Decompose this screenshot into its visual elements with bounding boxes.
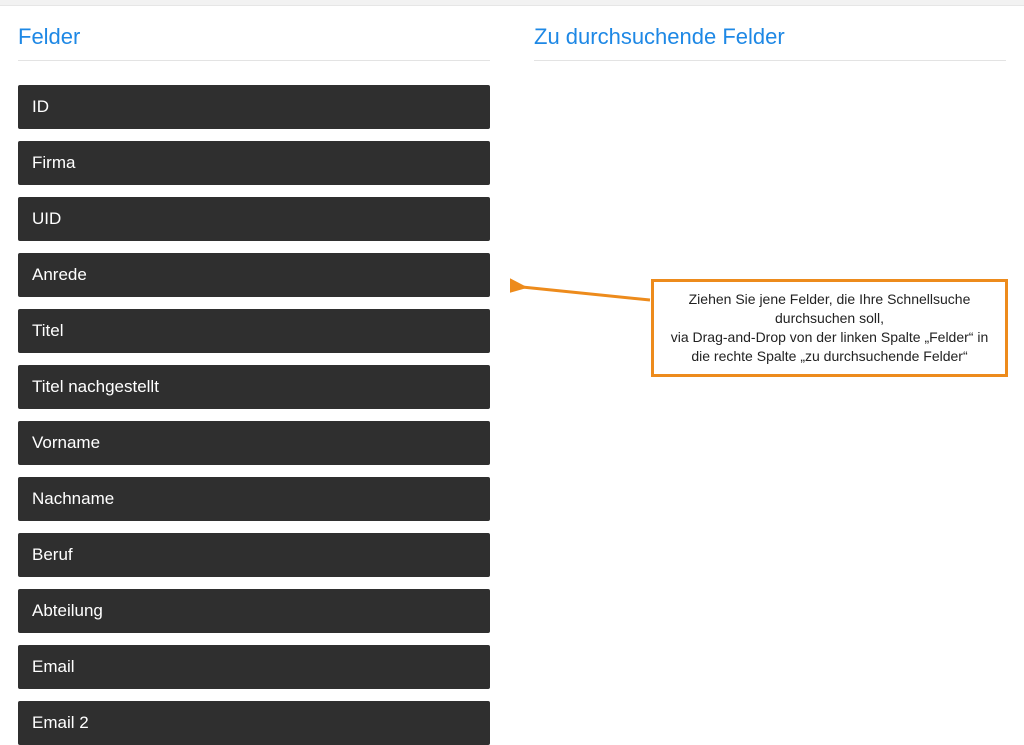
field-item-firma[interactable]: Firma <box>18 141 490 185</box>
field-item-email[interactable]: Email <box>18 645 490 689</box>
field-item-uid[interactable]: UID <box>18 197 490 241</box>
field-item-id[interactable]: ID <box>18 85 490 129</box>
searchable-fields-column-title: Zu durchsuchende Felder <box>534 24 1006 61</box>
field-item-beruf[interactable]: Beruf <box>18 533 490 577</box>
annotation-callout: Ziehen Sie jene Felder, die Ihre Schnell… <box>651 279 1008 377</box>
field-item-vorname[interactable]: Vorname <box>18 421 490 465</box>
field-item-email-2[interactable]: Email 2 <box>18 701 490 745</box>
field-item-titel-nachgestellt[interactable]: Titel nachgestellt <box>18 365 490 409</box>
field-item-anrede[interactable]: Anrede <box>18 253 490 297</box>
fields-column-title: Felder <box>18 24 490 61</box>
fields-list[interactable]: ID Firma UID Anrede Titel Titel nachgest… <box>18 85 490 745</box>
field-item-abteilung[interactable]: Abteilung <box>18 589 490 633</box>
fields-column: Felder ID Firma UID Anrede Titel Titel n… <box>18 24 490 745</box>
field-item-nachname[interactable]: Nachname <box>18 477 490 521</box>
searchable-fields-column: Zu durchsuchende Felder <box>534 24 1006 745</box>
annotation-text-line2: via Drag-and-Drop von der linken Spalte … <box>671 329 988 364</box>
annotation-text-line1: Ziehen Sie jene Felder, die Ihre Schnell… <box>689 291 971 326</box>
field-item-titel[interactable]: Titel <box>18 309 490 353</box>
